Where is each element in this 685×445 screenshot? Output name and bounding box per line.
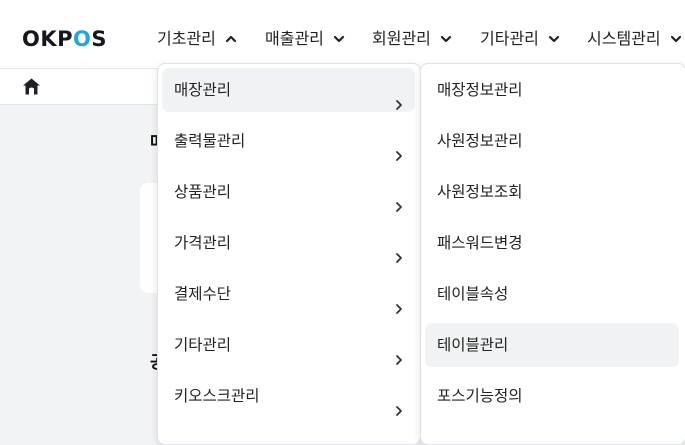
menu-item-label: 포스기능정의 [437, 387, 523, 405]
okpos-logo[interactable]: OKPOS [22, 26, 107, 52]
nav-item-other-management[interactable]: 기타관리 [480, 26, 560, 52]
menu-item-label: 패스워드변경 [437, 234, 523, 252]
nav-item-system-management[interactable]: 시스템관리 [587, 26, 682, 52]
menu-item-employee-info-management[interactable]: 사원정보관리 [425, 119, 679, 163]
menu-item-label: 테이블속성 [437, 285, 509, 303]
chevron-right-icon [393, 186, 405, 212]
menu-item-label: 상품관리 [174, 183, 232, 201]
chevron-right-icon [393, 288, 405, 314]
menu-item-label: 기타관리 [174, 336, 232, 354]
menu-item-payment-method[interactable]: 결제수단 [162, 272, 415, 316]
menu-item-employee-info-lookup[interactable]: 사원정보조회 [425, 170, 679, 214]
menu-item-print-management[interactable]: 출력물관리 [162, 119, 415, 163]
chevron-up-icon [225, 33, 237, 45]
dropdown-menu-level2: 매장정보관리 사원정보관리 사원정보조회 패스워드변경 테이블속성 테이블관리 … [420, 63, 685, 445]
menu-item-label: 사원정보관리 [437, 132, 523, 150]
chevron-down-icon [548, 33, 560, 45]
logo-text-suffix: S [91, 27, 108, 51]
menu-item-label: 테이블관리 [437, 336, 509, 354]
menu-item-label: 출력물관리 [174, 132, 246, 150]
menu-item-store-management[interactable]: 매장관리 [162, 68, 415, 112]
nav-item-label: 매출관리 [265, 29, 324, 48]
menu-item-table-management[interactable]: 테이블관리 [425, 323, 679, 367]
menu-item-pos-function-definition[interactable]: 포스기능정의 [425, 374, 679, 418]
menu-item-label: 가격관리 [174, 234, 232, 252]
menu-item-store-info[interactable]: 매장정보관리 [425, 68, 679, 112]
chevron-right-icon [393, 237, 405, 263]
chevron-right-icon [393, 390, 405, 416]
menu-item-product-management[interactable]: 상품관리 [162, 170, 415, 214]
nav-item-sales-management[interactable]: 매출관리 [265, 26, 345, 52]
menu-item-label: 결제수단 [174, 285, 232, 303]
menu-item-label: 사원정보조회 [437, 183, 523, 201]
home-icon[interactable] [22, 77, 41, 96]
nav-item-label: 회원관리 [372, 29, 431, 48]
menu-item-label: 매장관리 [174, 81, 232, 99]
dropdown-menu-level1: 매장관리 출력물관리 상품관리 가격관리 결제수단 기타관리 키오스크관리 [157, 63, 421, 445]
menu-item-label: 매장정보관리 [437, 81, 523, 99]
logo-text-prefix: OKP [22, 27, 74, 51]
menu-item-password-change[interactable]: 패스워드변경 [425, 221, 679, 265]
menu-item-price-management[interactable]: 가격관리 [162, 221, 415, 265]
menu-item-other-management[interactable]: 기타관리 [162, 323, 415, 367]
chevron-down-icon [670, 33, 682, 45]
chevron-right-icon [393, 339, 405, 365]
menu-item-kiosk-management[interactable]: 키오스크관리 [162, 374, 415, 418]
nav-item-member-management[interactable]: 회원관리 [372, 26, 452, 52]
chevron-down-icon [333, 33, 345, 45]
nav-item-label: 기초관리 [157, 29, 216, 48]
chevron-down-icon [440, 33, 452, 45]
chevron-right-icon [393, 84, 405, 110]
nav-item-label: 시스템관리 [587, 29, 661, 48]
logo-text-accent: O [73, 27, 92, 51]
chevron-right-icon [393, 135, 405, 161]
menu-item-table-properties[interactable]: 테이블속성 [425, 272, 679, 316]
menu-item-label: 키오스크관리 [174, 387, 260, 405]
nav-item-label: 기타관리 [480, 29, 539, 48]
nav-item-basic-management[interactable]: 기초관리 [157, 26, 237, 52]
